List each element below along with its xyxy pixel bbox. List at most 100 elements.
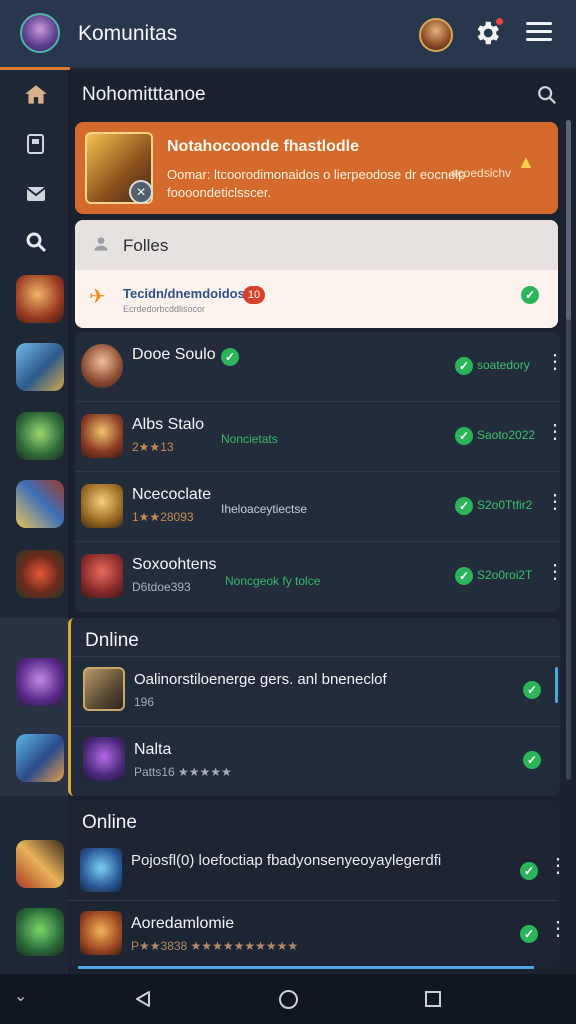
item-name: Ncecoclate [132, 486, 212, 503]
list-item[interactable]: Aoredamlomie P★★3838 ★★★★★★★★★★ ✓ ⋮ [68, 900, 568, 970]
game-icon-elf[interactable] [16, 412, 64, 460]
list-item[interactable]: Albs Stalo 2★★13 Noncietats ✓ Saoto2022 … [75, 402, 565, 472]
search-icon[interactable] [536, 84, 558, 106]
more-options-icon[interactable]: ⋮ [548, 919, 568, 939]
follows-header[interactable]: Folles [75, 220, 558, 270]
notification-dot [496, 18, 503, 25]
item-meta: 2★★13 [132, 440, 174, 454]
avatar [81, 344, 123, 388]
back-icon[interactable] [134, 990, 152, 1008]
home-icon[interactable] [22, 82, 50, 110]
game-icon-swords[interactable] [16, 480, 64, 528]
online-group-2: Online Pojosfl(0) loefoctiap fbadyonseny… [68, 800, 568, 970]
check-icon: ✓ [455, 427, 473, 445]
book-icon[interactable] [22, 132, 50, 160]
scroll-edge [555, 667, 558, 703]
check-icon: ✓ [521, 286, 539, 304]
close-icon[interactable]: × [129, 180, 153, 204]
app-avatar[interactable] [20, 13, 60, 53]
side-rail [0, 70, 70, 974]
item-name: Oalinorstiloenerge gers. anl bneneclof [134, 671, 387, 688]
chevron-down-icon[interactable]: ⌄ [14, 986, 27, 1006]
game-icon-warrior[interactable] [16, 275, 64, 323]
game-icon-blaster[interactable] [16, 343, 64, 391]
item-status: Iheloaceytiectse [221, 502, 308, 516]
search-icon[interactable] [22, 230, 50, 258]
notice-title: Notahocoonde fhastlodle [167, 138, 359, 155]
mail-icon[interactable] [22, 182, 50, 210]
list-item[interactable]: Nalta Patts16 ★★★★★ ✓ [71, 726, 561, 796]
check-icon: ✓ [523, 681, 541, 699]
count-badge: 10 [243, 286, 265, 304]
section-title: Nohomitttanoe [82, 84, 206, 105]
hamburger-menu-icon[interactable] [526, 22, 552, 46]
avatar [83, 667, 125, 711]
item-right-text: S2o0Ttfir2 [477, 498, 533, 512]
main-content: Nohomitttanoe × Notahocoonde fhastlodle … [68, 70, 576, 974]
list-item[interactable]: Ncecoclate 1★★28093 Iheloaceytiectse ✓ S… [75, 472, 565, 542]
friends-list: Dooe Soulo ✓ ✓ soatedory ⋮ Albs Stalo 2★… [75, 332, 565, 612]
check-icon: ✓ [523, 751, 541, 769]
plane-icon: ✈ [89, 286, 106, 308]
home-button-icon[interactable] [279, 990, 298, 1009]
up-arrow-icon[interactable]: ▲ [517, 152, 535, 173]
item-name: Dooe Soulo [132, 346, 216, 363]
notice-thumbnail: × [85, 132, 153, 204]
follows-card: Folles ✈ Tecidn/dnemdoidos Ecrdedorbcddl… [75, 220, 558, 328]
avatar [80, 911, 122, 955]
more-options-icon[interactable]: ⋮ [545, 492, 565, 512]
avatar [83, 737, 125, 781]
game-icon-hero[interactable] [16, 734, 64, 782]
game-icon-dragon[interactable] [16, 550, 64, 598]
item-meta: P★★3838 ★★★★★★★★★★ [131, 939, 299, 953]
item-name: Aoredamlomie [131, 915, 235, 932]
row-title: Tecidn/dnemdoidos [123, 286, 245, 301]
group-title: Dnline [85, 630, 139, 651]
notice-card[interactable]: × Notahocoonde fhastlodle Oomar: ltcooro… [75, 122, 558, 214]
list-item[interactable]: Soxoohtens D6tdoe393 Noncgeok fy tolce ✓… [75, 542, 565, 612]
recents-icon[interactable] [425, 991, 441, 1007]
item-status: Noncgeok fy tolce [225, 574, 321, 588]
avatar [81, 554, 123, 598]
check-icon: ✓ [455, 357, 473, 375]
list-item[interactable]: Pojosfl(0) loefoctiap fbadyonsenyeoyayle… [68, 838, 568, 908]
check-icon: ✓ [455, 497, 473, 515]
avatar [81, 414, 123, 458]
list-item[interactable]: Oalinorstiloenerge gers. anl bneneclof 1… [71, 656, 561, 726]
user-avatar[interactable] [419, 18, 453, 52]
verified-icon: ✓ [221, 348, 239, 366]
game-icon-sorceress[interactable] [16, 658, 64, 706]
check-icon: ✓ [455, 567, 473, 585]
game-icon-goblin[interactable] [16, 908, 64, 956]
scrollbar-thumb[interactable] [566, 120, 571, 320]
page-title: Komunitas [78, 22, 178, 45]
item-name: Soxoohtens [132, 556, 217, 573]
item-meta: 1★★28093 [132, 510, 194, 524]
follows-row[interactable]: ✈ Tecidn/dnemdoidos Ecrdedorbcddlisocor … [75, 270, 558, 328]
follows-label: Folles [123, 236, 169, 255]
item-meta: 196 [134, 695, 155, 709]
group-title: Online [82, 812, 137, 833]
item-right-text: Saoto2022 [477, 428, 536, 442]
more-options-icon[interactable]: ⋮ [545, 422, 565, 442]
more-options-icon[interactable]: ⋮ [548, 856, 568, 876]
avatar [81, 484, 123, 528]
person-icon [91, 234, 111, 254]
scrollbar[interactable] [566, 120, 571, 780]
row-subtitle: Ecrdedorbcddlisocor [123, 304, 206, 314]
item-name: Pojosfl(0) loefoctiap fbadyonsenyeoyayle… [131, 852, 442, 869]
item-right-text: soatedory [477, 358, 530, 372]
item-right-text: S2o0roi2T [477, 568, 533, 582]
top-bar: Komunitas [0, 0, 576, 70]
avatar [80, 848, 122, 892]
more-options-icon[interactable]: ⋮ [545, 352, 565, 372]
system-nav-bar: ⌄ [0, 974, 576, 1024]
list-item[interactable]: Dooe Soulo ✓ ✓ soatedory ⋮ [75, 332, 565, 402]
notice-body: Oomar: ltcoorodimonaidos o lierpeodose d… [167, 167, 466, 200]
item-meta: Patts16 ★★★★★ [134, 765, 232, 779]
online-group-1: Dnline Oalinorstiloenerge gers. anl bnen… [68, 618, 561, 796]
item-name: Albs Stalo [132, 416, 205, 433]
more-options-icon[interactable]: ⋮ [545, 562, 565, 582]
game-icon-hammer[interactable] [16, 840, 64, 888]
item-meta: D6tdoe393 [132, 580, 191, 594]
